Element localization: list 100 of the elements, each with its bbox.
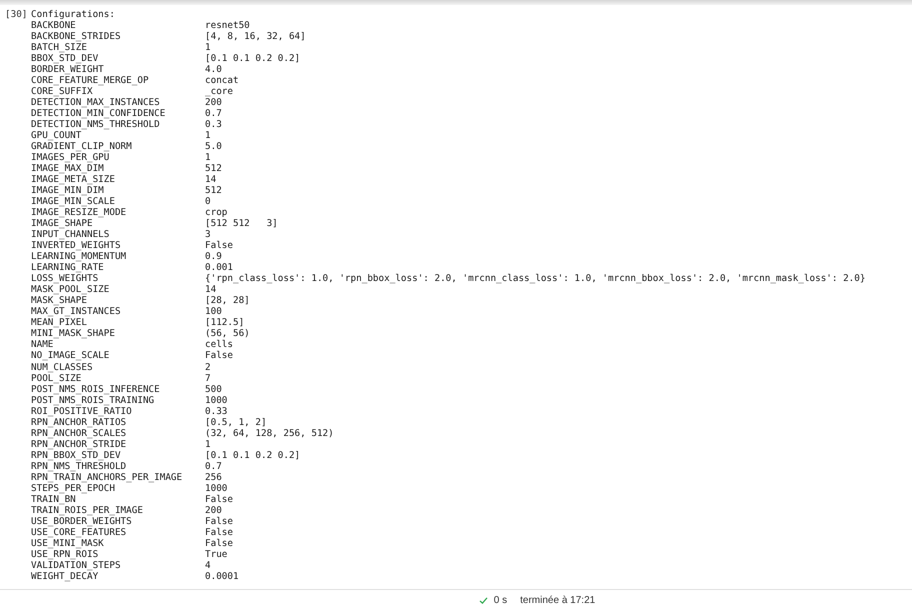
config-value: {'rpn_class_loss': 1.0, 'rpn_bbox_loss': 2.0, 'mrcnn_class_loss': 1.0, 'mrcnn_bbox_loss': 2.0, 'mrcnn_mask_loss': 2.0} [205,273,866,284]
config-key: USE_BORDER_WEIGHTS [31,516,132,527]
config-value: 3 [205,229,211,240]
checkmark-icon [478,596,488,604]
config-key: BATCH_SIZE [31,42,87,54]
config-value: 200 [205,97,222,108]
config-key: IMAGE_META_SIZE [31,174,115,186]
config-key: RPN_TRAIN_ANCHORS_PER_IMAGE [31,472,182,483]
config-value: _core [205,86,233,98]
config-value: resnet50 [205,20,250,32]
config-value: [0.5, 1, 2] [205,416,267,428]
config-key: POOL_SIZE [31,372,82,384]
config-value: False [205,526,233,538]
config-key: POST_NMS_ROIS_TRAINING [31,394,154,406]
config-key: MAX_GT_INSTANCES [31,306,121,318]
config-key: RPN_NMS_THRESHOLD [31,460,126,472]
config-key: MINI_MASK_SHAPE [31,328,115,340]
config-key: STEPS_PER_EPOCH [31,482,115,494]
config-value: (56, 56) [205,328,250,340]
config-value: [28, 28] [205,295,250,306]
config-value: 1 [205,130,211,142]
config-key: MASK_SHAPE [31,295,87,306]
config-value: 0.7 [205,460,222,472]
config-key: USE_CORE_FEATURES [31,526,126,538]
config-key: DETECTION_MAX_INSTANCES [31,97,160,108]
config-key: MEAN_PIXEL [31,317,87,328]
config-key: DETECTION_MIN_CONFIDENCE [31,108,166,120]
config-value: [512 512 3] [205,218,278,230]
config-key: RPN_ANCHOR_SCALES [31,428,126,439]
config-value: 0.33 [205,406,228,417]
config-key: WEIGHT_DECAY [31,570,98,582]
config-key: IMAGE_SHAPE [31,218,93,230]
config-key: BORDER_WEIGHT [31,64,104,76]
config-key: NO_IMAGE_SCALE [31,350,110,362]
config-value: 1 [205,152,211,164]
config-value: 1 [205,42,211,54]
output-prompt: [30] [4,9,28,20]
config-key: RPN_ANCHOR_STRIDE [31,438,126,450]
config-value: [0.1 0.1 0.2 0.2] [205,450,300,461]
config-key: IMAGE_RESIZE_MODE [31,207,126,218]
config-value: 14 [205,284,216,296]
config-key: VALIDATION_STEPS [31,560,121,571]
config-key: CORE_SUFFIX [31,86,93,98]
config-value: 1 [205,438,211,450]
config-value: concat [205,75,239,86]
config-key: RPN_BBOX_STD_DEV [31,450,121,461]
completion-time: terminée à 17:21 [520,594,596,606]
config-value: 256 [205,472,222,483]
config-value: [0.1 0.1 0.2 0.2] [205,53,300,64]
config-key: USE_RPN_ROIS [31,548,98,560]
config-value: (32, 64, 128, 256, 512) [205,428,334,439]
config-key: TRAIN_BN [31,494,76,505]
config-value: 5.0 [205,141,222,152]
config-key: MASK_POOL_SIZE [31,284,110,296]
config-key: TRAIN_ROIS_PER_IMAGE [31,504,143,516]
config-key: INVERTED_WEIGHTS [31,240,121,252]
config-value: 0.3 [205,119,222,130]
config-value: False [205,516,233,527]
config-key: BBOX_STD_DEV [31,53,98,64]
execution-duration: 0 s [494,594,508,606]
config-key: INPUT_CHANNELS [31,229,110,240]
config-value: 1000 [205,482,228,494]
config-value: 14 [205,174,216,186]
config-key: ROI_POSITIVE_RATIO [31,406,132,417]
config-value: 0.9 [205,251,222,262]
config-value: 0 [205,196,211,208]
config-key: IMAGE_MIN_DIM [31,185,104,196]
config-key: BACKBONE [31,20,76,32]
config-value: [112.5] [205,317,244,328]
config-key: POST_NMS_ROIS_INFERENCE [31,384,160,395]
config-key: CORE_FEATURE_MERGE_OP [31,75,149,86]
config-value: crop [205,207,228,218]
config-key: IMAGE_MIN_SCALE [31,196,115,208]
config-key: NAME [31,339,54,350]
config-key: LEARNING_RATE [31,262,104,274]
config-value: cells [205,339,233,350]
config-key: DETECTION_NMS_THRESHOLD [31,119,160,130]
config-key: BACKBONE_STRIDES [31,31,121,42]
config-value: False [205,494,233,505]
config-value: False [205,350,233,362]
config-value: 4.0 [205,64,222,76]
config-value: 0.7 [205,108,222,120]
config-value: 0.0001 [205,570,239,582]
config-value: True [205,548,228,560]
config-key: LEARNING_MOMENTUM [31,251,126,262]
config-value: False [205,538,233,549]
config-value: 200 [205,504,222,516]
config-key: IMAGE_MAX_DIM [31,163,104,174]
config-key: USE_MINI_MASK [31,538,104,549]
config-value: 1000 [205,394,228,406]
config-value: 2 [205,362,211,373]
config-value: False [205,240,233,252]
config-value: 7 [205,372,211,384]
config-value: 500 [205,384,222,395]
config-key: GRADIENT_CLIP_NORM [31,141,132,152]
config-key: IMAGES_PER_GPU [31,152,110,164]
config-key: GPU_COUNT [31,130,82,142]
config-value: 0.001 [205,262,233,274]
config-value: 512 [205,163,222,174]
config-key: NUM_CLASSES [31,362,93,373]
